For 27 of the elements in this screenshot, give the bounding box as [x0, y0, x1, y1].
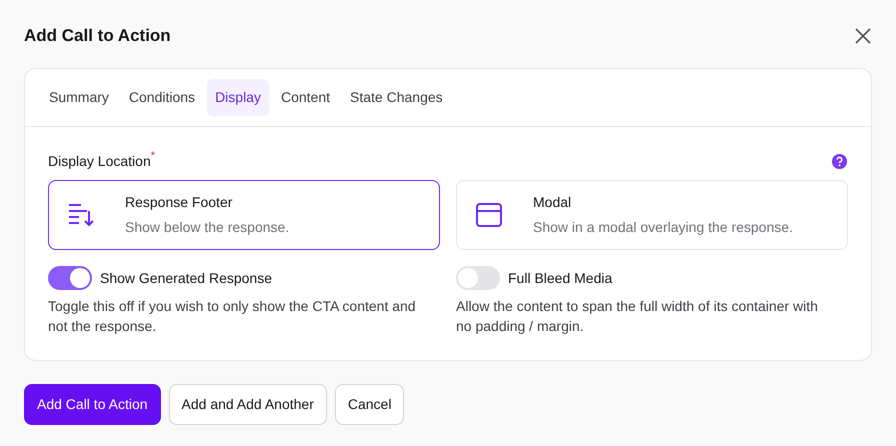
window-icon: [475, 201, 503, 230]
tab[interactable]: Conditions: [120, 79, 204, 116]
secondary-button[interactable]: Cancel: [334, 384, 404, 426]
tab[interactable]: Summary: [41, 79, 117, 116]
field-label: Display Location: [48, 153, 151, 170]
close-button[interactable]: [854, 27, 872, 46]
option-title: Response Footer: [125, 193, 234, 212]
required-asterisk: *: [150, 151, 156, 162]
toggle-switch[interactable]: [456, 266, 500, 290]
toggle-switch[interactable]: [48, 266, 92, 290]
option-card[interactable]: Response Footer Show below the response.: [48, 180, 440, 250]
tab[interactable]: State Changes: [342, 79, 451, 116]
option-title: Modal: [533, 193, 572, 212]
dialog-title: Add Call to Action: [24, 26, 171, 46]
toggle-label: Full Bleed Media: [508, 268, 612, 288]
tab[interactable]: Content: [272, 79, 338, 116]
secondary-button[interactable]: Add and Add Another: [168, 384, 327, 426]
toggle-description: Allow the content to span the full width of its container with no padding / margin.: [456, 297, 819, 336]
toggle-label: Show Generated Response: [100, 268, 272, 288]
option-description: Show in a modal overlaying the response.: [533, 218, 793, 238]
close-icon: [854, 27, 872, 46]
option-description: Show below the response.: [125, 218, 290, 238]
toggle-description: Toggle this off if you wish to only show the CTA content and not the response.: [48, 297, 417, 336]
help-icon[interactable]: [831, 153, 848, 170]
primary-button[interactable]: Add Call to Action: [24, 384, 161, 426]
option-card[interactable]: Modal Show in a modal overlaying the response.: [456, 180, 848, 250]
tab[interactable]: Display: [207, 79, 269, 116]
